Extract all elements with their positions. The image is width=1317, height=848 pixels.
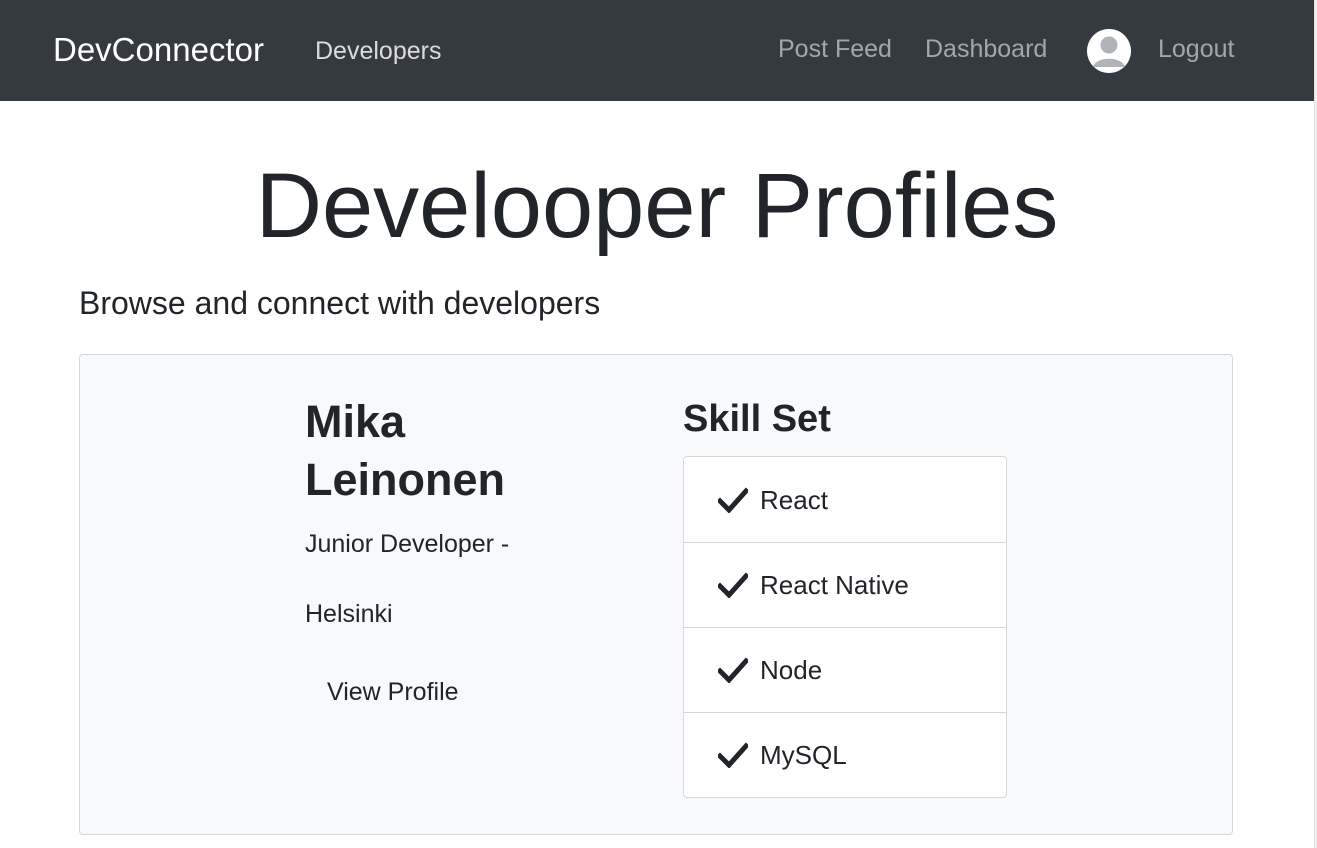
developer-name: Mika Leinonen bbox=[305, 396, 505, 505]
brand-link[interactable]: DevConnector bbox=[53, 28, 264, 72]
skill-item: Node bbox=[684, 627, 1006, 712]
page-title: Develooper Profiles bbox=[255, 155, 1059, 257]
check-icon bbox=[718, 742, 748, 768]
nav-link-post-feed[interactable]: Post Feed bbox=[778, 32, 892, 66]
user-avatar-icon[interactable] bbox=[1087, 29, 1131, 73]
developer-status: Junior Developer - bbox=[305, 530, 510, 558]
skills-list: React React Native Node MySQL bbox=[683, 456, 1007, 798]
skill-item: MySQL bbox=[684, 712, 1006, 797]
skill-item: React Native bbox=[684, 542, 1006, 627]
check-icon bbox=[718, 657, 748, 683]
skills-title: Skill Set bbox=[683, 398, 831, 440]
nav-link-developers[interactable]: Developers bbox=[315, 34, 441, 68]
check-icon bbox=[718, 572, 748, 598]
skill-label: Node bbox=[760, 655, 823, 685]
navbar: DevConnector Developers Post Feed Dashbo… bbox=[0, 0, 1314, 101]
view-profile-button[interactable]: View Profile bbox=[313, 671, 473, 713]
page-lead: Browse and connect with developers bbox=[79, 285, 601, 321]
skill-item: React bbox=[684, 457, 1006, 542]
nav-link-logout[interactable]: Logout bbox=[1158, 32, 1234, 66]
nav-link-dashboard[interactable]: Dashboard bbox=[925, 32, 1047, 66]
skill-label: MySQL bbox=[760, 740, 847, 770]
profile-card: Mika Leinonen Junior Developer - Helsink… bbox=[79, 354, 1233, 835]
skill-label: React Native bbox=[760, 570, 909, 600]
skill-label: React bbox=[760, 484, 828, 515]
check-icon bbox=[718, 486, 748, 513]
developer-location: Helsinki bbox=[305, 600, 393, 628]
